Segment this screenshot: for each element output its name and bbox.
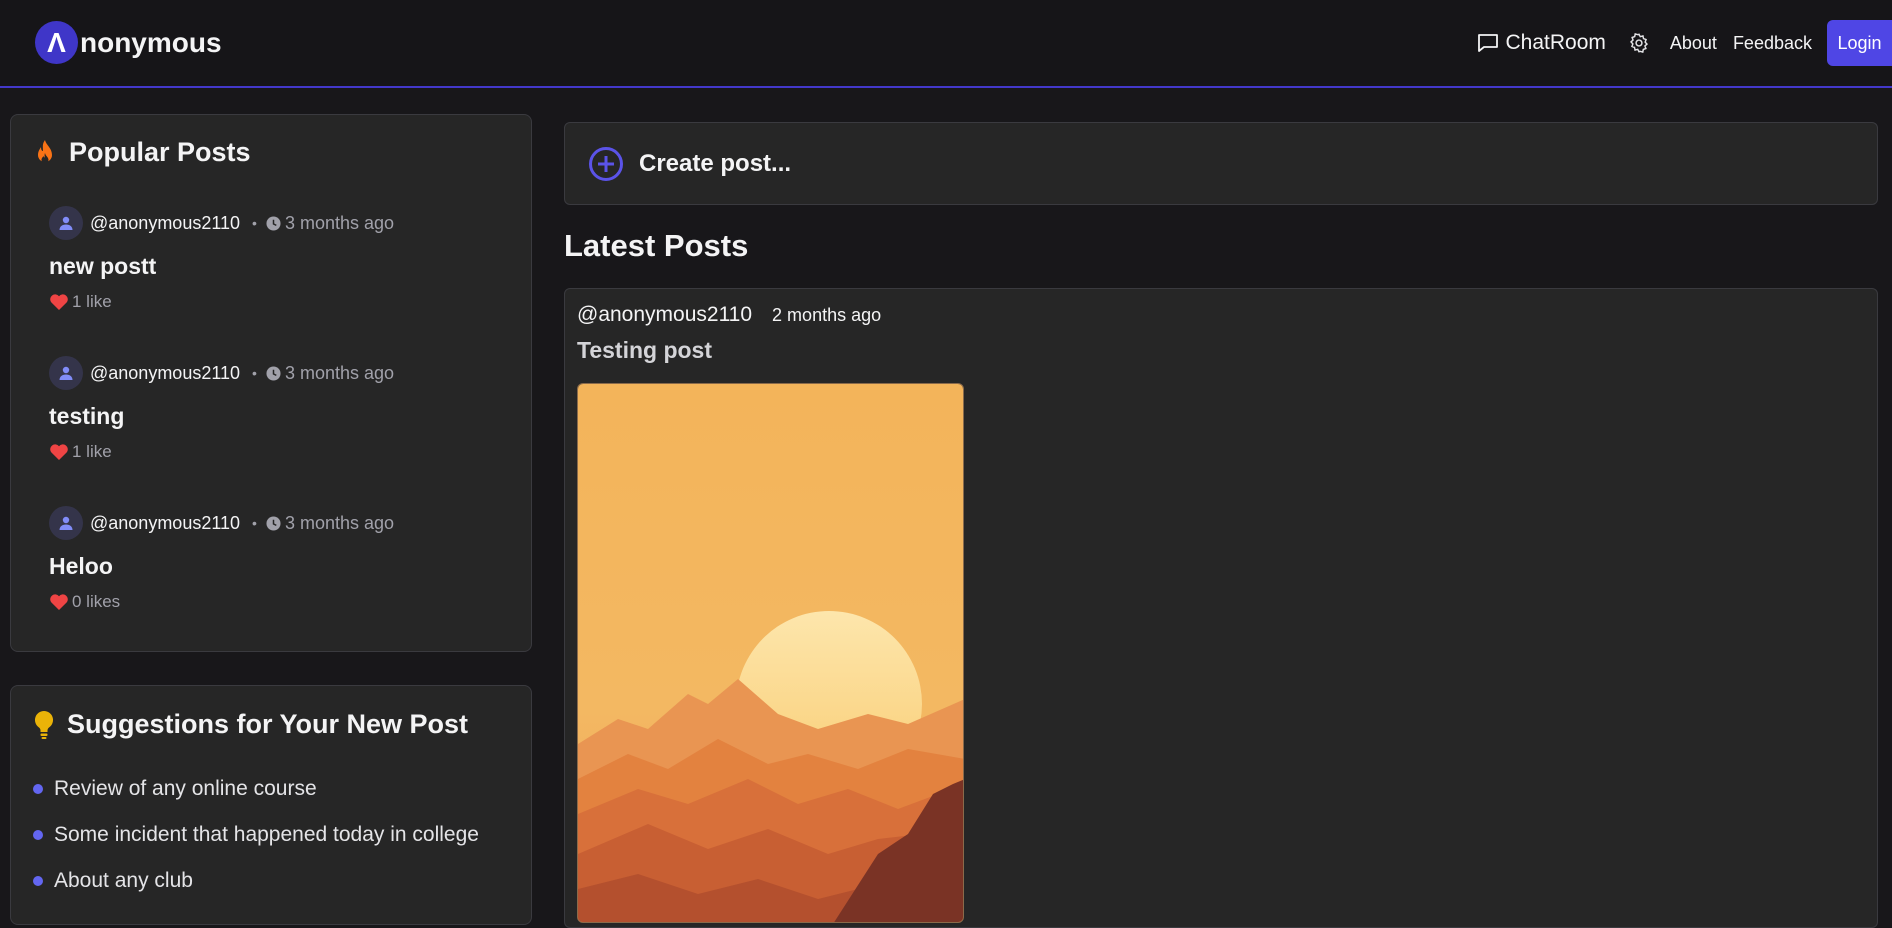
post-meta: @anonymous2110 • 3 months ago bbox=[49, 206, 509, 240]
post-likes: 1 like bbox=[49, 292, 509, 312]
user-avatar-icon bbox=[49, 356, 83, 390]
likes-count: 1 like bbox=[72, 292, 112, 312]
post-meta: @anonymous2110 • 3 months ago bbox=[49, 506, 509, 540]
create-post-label: Create post... bbox=[639, 150, 791, 178]
post-username[interactable]: @anonymous2110 bbox=[90, 363, 240, 384]
separator-dot: • bbox=[252, 215, 257, 231]
bullet-dot bbox=[33, 830, 43, 840]
latest-posts-heading: Latest Posts bbox=[564, 228, 748, 264]
post-username[interactable]: @anonymous2110 bbox=[577, 303, 752, 327]
create-post-button[interactable]: Create post... bbox=[564, 122, 1878, 205]
heart-icon bbox=[49, 293, 69, 311]
bullet-dot bbox=[33, 784, 43, 794]
post-time: 3 months ago bbox=[285, 363, 394, 384]
fire-icon bbox=[33, 139, 57, 167]
clock-icon bbox=[266, 216, 281, 231]
suggestion-text: About any club bbox=[54, 869, 193, 893]
chat-bubble-icon bbox=[1476, 31, 1500, 55]
brand-logo-letter: Λ bbox=[47, 29, 66, 57]
post-card[interactable]: @anonymous2110 2 months ago Testing post bbox=[564, 288, 1878, 928]
post-title[interactable]: testing bbox=[49, 403, 509, 430]
post-meta: @anonymous2110 2 months ago bbox=[577, 303, 881, 327]
feedback-link[interactable]: Feedback bbox=[1733, 33, 1812, 54]
chatroom-link[interactable]: ChatRoom bbox=[1476, 31, 1606, 55]
post-title[interactable]: Heloo bbox=[49, 553, 509, 580]
about-link[interactable]: About bbox=[1670, 33, 1717, 54]
post-username[interactable]: @anonymous2110 bbox=[90, 213, 240, 234]
popular-post-item[interactable]: @anonymous2110 • 3 months ago Heloo 0 li… bbox=[49, 506, 509, 612]
post-time: 2 months ago bbox=[772, 305, 881, 326]
suggestions-card: Suggestions for Your New Post Review of … bbox=[10, 685, 532, 925]
chatroom-label: ChatRoom bbox=[1506, 31, 1606, 55]
post-image[interactable] bbox=[577, 383, 964, 923]
clock-icon bbox=[266, 366, 281, 381]
suggestion-text: Some incident that happened today in col… bbox=[54, 823, 479, 847]
popular-posts-title: Popular Posts bbox=[69, 137, 251, 168]
popular-posts-header: Popular Posts bbox=[33, 137, 251, 168]
bullet-dot bbox=[33, 876, 43, 886]
separator-dot: • bbox=[252, 365, 257, 381]
gear-icon bbox=[1628, 32, 1650, 54]
post-title[interactable]: Testing post bbox=[577, 337, 712, 364]
login-button[interactable]: Login bbox=[1827, 20, 1892, 66]
brand-home-link[interactable]: Λ nonymous bbox=[35, 21, 222, 64]
brand-name: nonymous bbox=[80, 27, 222, 59]
user-avatar-icon bbox=[49, 506, 83, 540]
post-time: 3 months ago bbox=[285, 513, 394, 534]
suggestion-item: About any club bbox=[33, 858, 479, 904]
popular-post-item[interactable]: @anonymous2110 • 3 months ago testing 1 … bbox=[49, 356, 509, 462]
heart-icon bbox=[49, 443, 69, 461]
lightbulb-icon bbox=[33, 710, 55, 740]
suggestions-title: Suggestions for Your New Post bbox=[67, 709, 468, 740]
clock-icon bbox=[266, 516, 281, 531]
post-likes: 1 like bbox=[49, 442, 509, 462]
suggestion-text: Review of any online course bbox=[54, 777, 317, 801]
brand-logo-icon: Λ bbox=[35, 21, 78, 64]
post-username[interactable]: @anonymous2110 bbox=[90, 513, 240, 534]
popular-posts-card: Popular Posts @anonymous2110 • 3 months … bbox=[10, 114, 532, 652]
popular-post-item[interactable]: @anonymous2110 • 3 months ago new postt … bbox=[49, 206, 509, 312]
nav-links: ChatRoom About Feedback Login bbox=[1476, 20, 1892, 66]
suggestion-item: Some incident that happened today in col… bbox=[33, 812, 479, 858]
post-meta: @anonymous2110 • 3 months ago bbox=[49, 356, 509, 390]
suggestion-item: Review of any online course bbox=[33, 766, 479, 812]
post-likes: 0 likes bbox=[49, 592, 509, 612]
plus-circle-icon bbox=[588, 146, 624, 182]
suggestions-header: Suggestions for Your New Post bbox=[33, 709, 468, 740]
settings-button[interactable] bbox=[1628, 32, 1650, 54]
heart-icon bbox=[49, 593, 69, 611]
likes-count: 1 like bbox=[72, 442, 112, 462]
separator-dot: • bbox=[252, 515, 257, 531]
suggestions-list: Review of any online course Some inciden… bbox=[33, 766, 479, 904]
user-avatar-icon bbox=[49, 206, 83, 240]
post-title[interactable]: new postt bbox=[49, 253, 509, 280]
navbar: Λ nonymous ChatRoom About Feedback Login bbox=[0, 0, 1892, 88]
likes-count: 0 likes bbox=[72, 592, 120, 612]
post-time: 3 months ago bbox=[285, 213, 394, 234]
